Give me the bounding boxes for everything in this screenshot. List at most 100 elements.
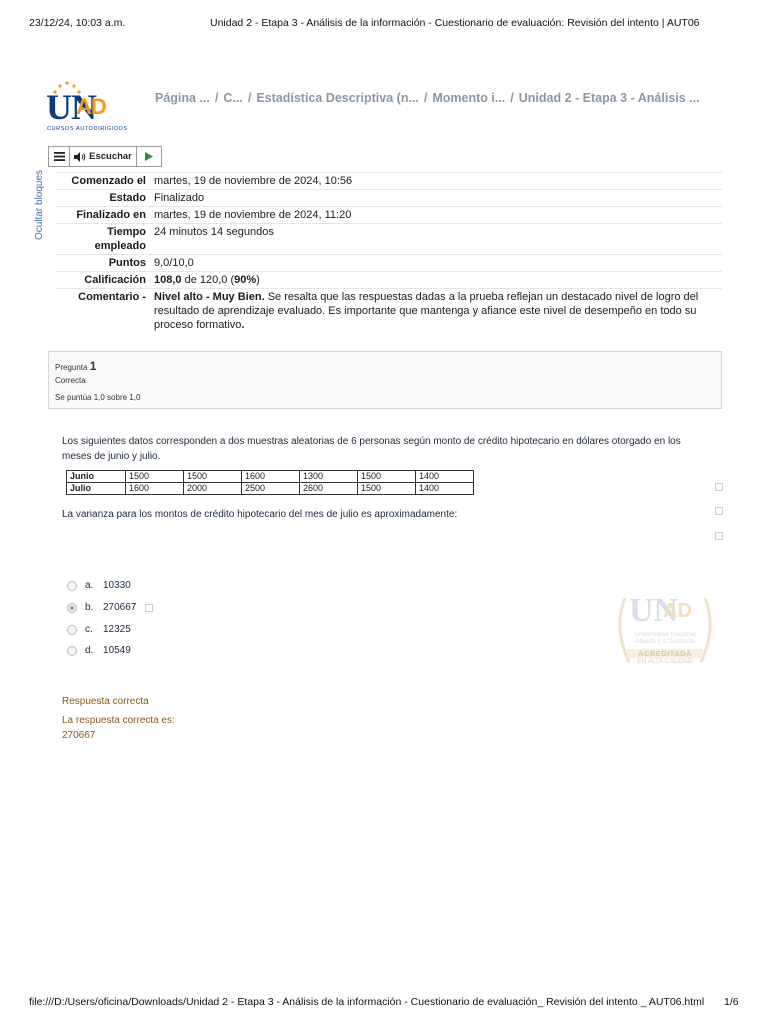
grade-label: Calificación bbox=[56, 271, 150, 289]
question-status: Correcta bbox=[55, 376, 86, 385]
time-label-line: empleado bbox=[94, 240, 146, 252]
started-label: Comenzado el bbox=[56, 172, 150, 190]
table-cell: 1300 bbox=[299, 470, 358, 483]
grade-close: ) bbox=[256, 274, 260, 286]
finished-label: Finalizado en bbox=[56, 206, 150, 224]
breadcrumb-item[interactable]: Momento i... bbox=[432, 91, 505, 105]
grade-of: de 120,0 ( bbox=[184, 274, 235, 286]
watermark-badge: ACREDITADA bbox=[627, 649, 703, 658]
question-label: Pregunta bbox=[55, 363, 88, 372]
grade-percent: 90% bbox=[234, 274, 257, 286]
print-footer-page: 1/6 bbox=[724, 996, 739, 1008]
breadcrumb-item[interactable]: C... bbox=[223, 91, 242, 105]
comment-label: Comentario - bbox=[56, 288, 150, 333]
state-label: Estado bbox=[56, 189, 150, 207]
watermark-line: Universidad Nacional bbox=[634, 631, 696, 638]
table-row-label: Junio bbox=[66, 470, 126, 483]
menu-button[interactable] bbox=[49, 147, 70, 166]
feedback-result: Respuesta correcta bbox=[62, 696, 149, 707]
data-table: Junio 1500 1500 1600 1300 1500 1400 Juli… bbox=[66, 470, 474, 495]
print-footer-path: file:///D:/Users/oficina/Downloads/Unida… bbox=[29, 996, 705, 1008]
grade-score: 108,0 bbox=[154, 274, 182, 286]
accreditation-watermark: UN AD Universidad Nacional Abierta y a D… bbox=[611, 590, 719, 668]
menu-icon bbox=[53, 152, 65, 161]
table-cell: 1500 bbox=[357, 470, 416, 483]
option-letter: c. bbox=[85, 624, 93, 635]
grade-value: 108,0 de 120,0 (90%) bbox=[150, 271, 722, 289]
comment-value: Nivel alto - Muy Bien. Se resalta que la… bbox=[150, 288, 722, 333]
comment-end: . bbox=[241, 319, 245, 331]
points-label: Puntos bbox=[56, 254, 150, 272]
play-button[interactable] bbox=[137, 147, 161, 166]
comment-level: Nivel alto - Muy Bien. bbox=[154, 291, 265, 303]
option-a[interactable]: a. 10330 bbox=[67, 580, 131, 591]
question-info-box: Pregunta 1 Correcta Se puntúa 1,0 sobre … bbox=[48, 351, 722, 409]
table-cell: 2600 bbox=[299, 482, 358, 495]
option-letter: b. bbox=[85, 602, 94, 613]
table-row-label: Julio bbox=[66, 482, 126, 495]
breadcrumb-item[interactable]: Página ... bbox=[155, 91, 210, 105]
question-prompt: La varianza para los montos de crédito h… bbox=[62, 509, 458, 520]
table-cell: 2000 bbox=[183, 482, 242, 495]
hide-blocks-link[interactable]: Ocultar bloques bbox=[34, 170, 45, 240]
radio-button[interactable] bbox=[67, 580, 77, 591]
table-cell: 2500 bbox=[241, 482, 300, 495]
question-number: Pregunta 1 bbox=[55, 359, 96, 373]
option-value: 10549 bbox=[103, 645, 131, 656]
empty-checkbox-icon bbox=[715, 483, 723, 491]
finished-value: martes, 19 de noviembre de 2024, 11:20 bbox=[150, 206, 722, 224]
attempt-summary: Comenzado el martes, 19 de noviembre de … bbox=[56, 172, 722, 333]
radio-button[interactable] bbox=[67, 624, 77, 635]
option-c[interactable]: c. 12325 bbox=[67, 624, 131, 635]
logo-tagline: CURSOS AUTODIRIGIDOS bbox=[47, 126, 128, 132]
table-cell: 1400 bbox=[415, 482, 474, 495]
feedback-correct-value: 270667 bbox=[62, 730, 96, 741]
play-icon bbox=[145, 152, 153, 161]
option-value: 10330 bbox=[103, 580, 131, 591]
logo-mark-accent: AD bbox=[76, 94, 107, 119]
summary-row: Comentario - Nivel alto - Muy Bien. Se r… bbox=[56, 288, 722, 333]
table-cell: 1600 bbox=[125, 482, 184, 495]
breadcrumb-separator: / bbox=[423, 91, 428, 105]
watermark-line: EN ALTA CALIDAD bbox=[637, 658, 693, 665]
option-value: 270667 bbox=[103, 602, 137, 613]
question-text: Los siguientes datos corresponden a dos … bbox=[62, 436, 681, 462]
option-letter: d. bbox=[85, 645, 94, 656]
summary-row: Tiempo empleado 24 minutos 14 segundos bbox=[56, 223, 722, 255]
question-number-value: 1 bbox=[89, 359, 97, 373]
table-cell: 1500 bbox=[183, 470, 242, 483]
breadcrumb-item[interactable]: Unidad 2 - Etapa 3 - Análisis ... bbox=[519, 91, 700, 105]
radio-button[interactable] bbox=[67, 645, 77, 656]
state-value: Finalizado bbox=[150, 189, 722, 207]
watermark-line: Abierta y a Distancia bbox=[635, 638, 695, 645]
summary-row: Puntos 9,0/10,0 bbox=[56, 254, 722, 272]
table-cell: 1500 bbox=[125, 470, 184, 483]
listen-label: Escuchar bbox=[89, 151, 132, 162]
table-cell: 1500 bbox=[357, 482, 416, 495]
speaker-icon bbox=[74, 151, 86, 162]
readspeaker-toolbar: Escuchar bbox=[48, 146, 162, 167]
option-b[interactable]: b. 270667 bbox=[67, 602, 154, 613]
summary-row: Finalizado en martes, 19 de noviembre de… bbox=[56, 206, 722, 224]
table-row: Junio 1500 1500 1600 1300 1500 1400 bbox=[66, 470, 474, 483]
print-title: Unidad 2 - Etapa 3 - Análisis de la info… bbox=[210, 17, 700, 29]
breadcrumb-separator: / bbox=[247, 91, 252, 105]
time-label-line: Tiempo bbox=[107, 226, 146, 238]
watermark-mark-accent: AD bbox=[663, 600, 692, 622]
table-cell: 1600 bbox=[241, 470, 300, 483]
breadcrumb-item[interactable]: Estadística Descriptiva (n... bbox=[256, 91, 419, 105]
empty-checkbox-icon bbox=[715, 507, 723, 515]
unad-logo[interactable]: UN AD CURSOS AUTODIRIGIDOS bbox=[46, 80, 128, 136]
question-score: Se puntúa 1,0 sobre 1,0 bbox=[55, 393, 141, 402]
print-datetime: 23/12/24, 10:03 a.m. bbox=[29, 17, 126, 29]
radio-button-selected[interactable] bbox=[67, 602, 77, 613]
started-value: martes, 19 de noviembre de 2024, 10:56 bbox=[150, 172, 722, 190]
table-row: Julio 1600 2000 2500 2600 1500 1400 bbox=[66, 482, 474, 495]
correct-mark-icon bbox=[145, 603, 154, 612]
option-d[interactable]: d. 10549 bbox=[67, 645, 131, 656]
summary-row: Calificación 108,0 de 120,0 (90%) bbox=[56, 271, 722, 289]
listen-button[interactable]: Escuchar bbox=[70, 147, 137, 166]
points-value: 9,0/10,0 bbox=[150, 254, 722, 272]
option-value: 12325 bbox=[103, 624, 131, 635]
breadcrumb: Página ... / C... / Estadística Descriptiva … bbox=[155, 91, 700, 105]
